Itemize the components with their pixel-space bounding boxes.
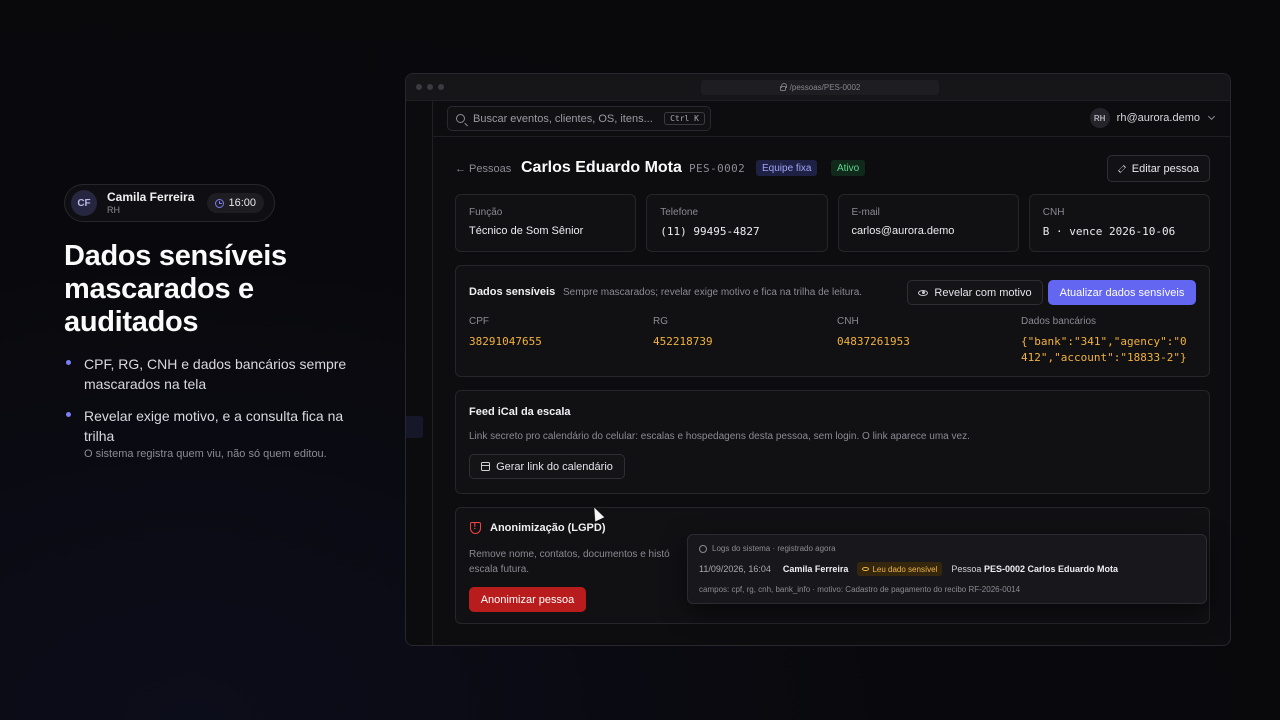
- field-label: RG: [653, 316, 668, 327]
- info-cards: Função Técnico de Som Sênior Telefone (1…: [455, 194, 1210, 252]
- window-dot[interactable]: [427, 84, 433, 90]
- status-badge: Ativo: [831, 160, 866, 176]
- field-label: Dados bancários: [1021, 316, 1097, 327]
- person-id: PES-0002: [689, 162, 746, 175]
- info-label: CNH: [1042, 207, 1065, 218]
- field-label: CNH: [837, 316, 859, 327]
- anon-description: Remove nome, contatos, documentos e hist…: [469, 549, 670, 575]
- back-link[interactable]: ← Pessoas: [455, 163, 511, 175]
- pencil-icon: [1117, 164, 1126, 173]
- sidebar-active-item[interactable]: [406, 416, 423, 438]
- headline: Dados sensíveis mascarados e auditados: [64, 240, 287, 338]
- reveal-with-reason-button[interactable]: Revelar com motivo: [907, 280, 1043, 305]
- info-value: carlos@aurora.demo: [851, 225, 955, 237]
- generate-calendar-link-button[interactable]: Gerar link do calendário: [469, 454, 625, 479]
- reveal-label: Revelar com motivo: [934, 286, 1032, 299]
- edit-label: Editar pessoa: [1131, 162, 1199, 175]
- anon-title: Anonimização (LGPD): [490, 522, 606, 534]
- info-card-phone: Telefone (11) 99495-4827: [646, 194, 828, 252]
- account-email: rh@aurora.demo: [1116, 112, 1200, 124]
- info-value: B · vence 2026-10-06: [1042, 225, 1176, 238]
- bullet-list: CPF, RG, CNH e dados bancários sempre ma…: [64, 354, 364, 472]
- toast-header-text: Logs do sistema · registrado agora: [712, 544, 836, 553]
- info-label: E-mail: [851, 207, 880, 218]
- edit-person-button[interactable]: Editar pessoa: [1106, 155, 1210, 182]
- toast-log-row: 11/09/2026, 16:04 Camila Ferreira Leu da…: [699, 562, 1195, 576]
- audit-log-toast: Logs do sistema · registrado agora 11/09…: [687, 534, 1207, 604]
- log-details: campos: cpf, rg, cnh, bank_info · motivo…: [699, 585, 1021, 594]
- window-controls: [416, 84, 444, 90]
- account-avatar: RH: [1089, 108, 1110, 128]
- ical-description: Link secreto pro calendário do celular: …: [469, 431, 970, 442]
- search-placeholder: Buscar eventos, clientes, OS, itens...: [473, 112, 653, 125]
- bullet-text: Revelar exige motivo, e a consulta fica …: [84, 408, 344, 444]
- bullet-item: CPF, RG, CNH e dados bancários sempre ma…: [64, 354, 364, 394]
- top-bar: Buscar eventos, clientes, OS, itens... C…: [433, 101, 1230, 137]
- ical-title: Feed iCal da escala: [469, 406, 571, 418]
- sensitive-field-cnh: CNH 04837261953: [837, 316, 910, 350]
- presenter-info: Camila Ferreira RH: [107, 189, 195, 215]
- info-value: Técnico de Som Sênior: [469, 225, 584, 237]
- presenter-pill: CF Camila Ferreira RH 16:00: [64, 184, 275, 222]
- page-title: Carlos Eduardo Mota: [521, 159, 682, 176]
- sensitive-field-rg: RG 452218739: [653, 316, 713, 350]
- search-input[interactable]: Buscar eventos, clientes, OS, itens... C…: [447, 106, 711, 131]
- info-value: (11) 99495-4827: [660, 225, 760, 238]
- sensitive-subtitle: Sempre mascarados; revelar exige motivo …: [563, 287, 863, 298]
- calendar-icon: [481, 462, 491, 471]
- shield-alert-icon: [470, 522, 481, 534]
- window-dot[interactable]: [416, 84, 422, 90]
- lock-icon: [779, 83, 787, 91]
- masked-value: {"bank":"341","agency":"0412","account":…: [1021, 335, 1187, 364]
- log-time: 11/09/2026, 16:04: [699, 564, 771, 574]
- masked-value: 452218739: [653, 335, 713, 348]
- log-target: Pessoa PES-0002 Carlos Eduardo Mota: [951, 564, 1118, 574]
- presenter-name: Camila Ferreira: [107, 189, 195, 204]
- info-card-role: Função Técnico de Som Sênior: [455, 194, 637, 252]
- info-card-email: E-mail carlos@aurora.demo: [837, 194, 1019, 252]
- masked-value: 38291047655: [469, 335, 542, 348]
- toast-header: Logs do sistema · registrado agora: [699, 544, 1195, 553]
- history-icon: [699, 544, 707, 553]
- log-action-badge: Leu dado sensível: [857, 562, 943, 576]
- sensitive-data-panel: Dados sensíveis Sempre mascarados; revel…: [455, 265, 1210, 377]
- time-badge: 16:00: [207, 193, 264, 213]
- clock-icon: [215, 198, 225, 208]
- team-badge: Equipe fixa: [756, 160, 818, 176]
- log-target-name: PES-0002 Carlos Eduardo Mota: [983, 564, 1118, 574]
- bullet-subtext: O sistema registra quem viu, não só quem…: [84, 448, 327, 460]
- window-dot[interactable]: [438, 84, 444, 90]
- ical-feed-panel: Feed iCal da escala Link secreto pro cal…: [455, 390, 1210, 494]
- presenter-role: RH: [107, 204, 120, 215]
- log-action-label: Leu dado sensível: [872, 564, 938, 574]
- eye-icon: [862, 566, 870, 572]
- info-label: Telefone: [660, 207, 699, 218]
- time-value: 16:00: [228, 197, 256, 209]
- log-user: Camila Ferreira: [782, 564, 849, 574]
- sensitive-title: Dados sensíveis: [469, 286, 556, 298]
- info-card-license: CNH B · vence 2026-10-06: [1028, 194, 1210, 252]
- calendar-button-label: Gerar link do calendário: [496, 460, 613, 473]
- account-menu[interactable]: RH rh@aurora.demo: [1089, 108, 1216, 128]
- log-target-prefix: Pessoa: [951, 564, 982, 574]
- sensitive-field-bank: Dados bancários {"bank":"341","agency":"…: [1021, 316, 1191, 366]
- chevron-down-icon: [1207, 112, 1216, 121]
- field-label: CPF: [469, 316, 489, 327]
- avatar: CF: [71, 190, 97, 216]
- anonymize-person-button[interactable]: Anonimizar pessoa: [469, 587, 586, 612]
- bullet-text: CPF, RG, CNH e dados bancários sempre ma…: [84, 356, 347, 392]
- url-text: /pessoas/PES-0002: [789, 83, 861, 92]
- eye-icon: [918, 289, 929, 296]
- bullet-item: Revelar exige motivo, e a consulta fica …: [64, 406, 364, 460]
- sidebar: [406, 101, 433, 645]
- url-bar[interactable]: /pessoas/PES-0002: [701, 80, 939, 95]
- sensitive-field-cpf: CPF 38291047655: [469, 316, 542, 350]
- shortcut-hint: Ctrl K: [664, 112, 705, 125]
- page-header: ← Pessoas Carlos Eduardo Mota PES-0002 E…: [455, 155, 1210, 185]
- info-label: Função: [469, 207, 503, 218]
- masked-value: 04837261953: [837, 335, 910, 348]
- update-sensitive-button[interactable]: Atualizar dados sensíveis: [1048, 280, 1196, 305]
- search-icon: [456, 114, 465, 123]
- title-bar: /pessoas/PES-0002: [406, 74, 1230, 101]
